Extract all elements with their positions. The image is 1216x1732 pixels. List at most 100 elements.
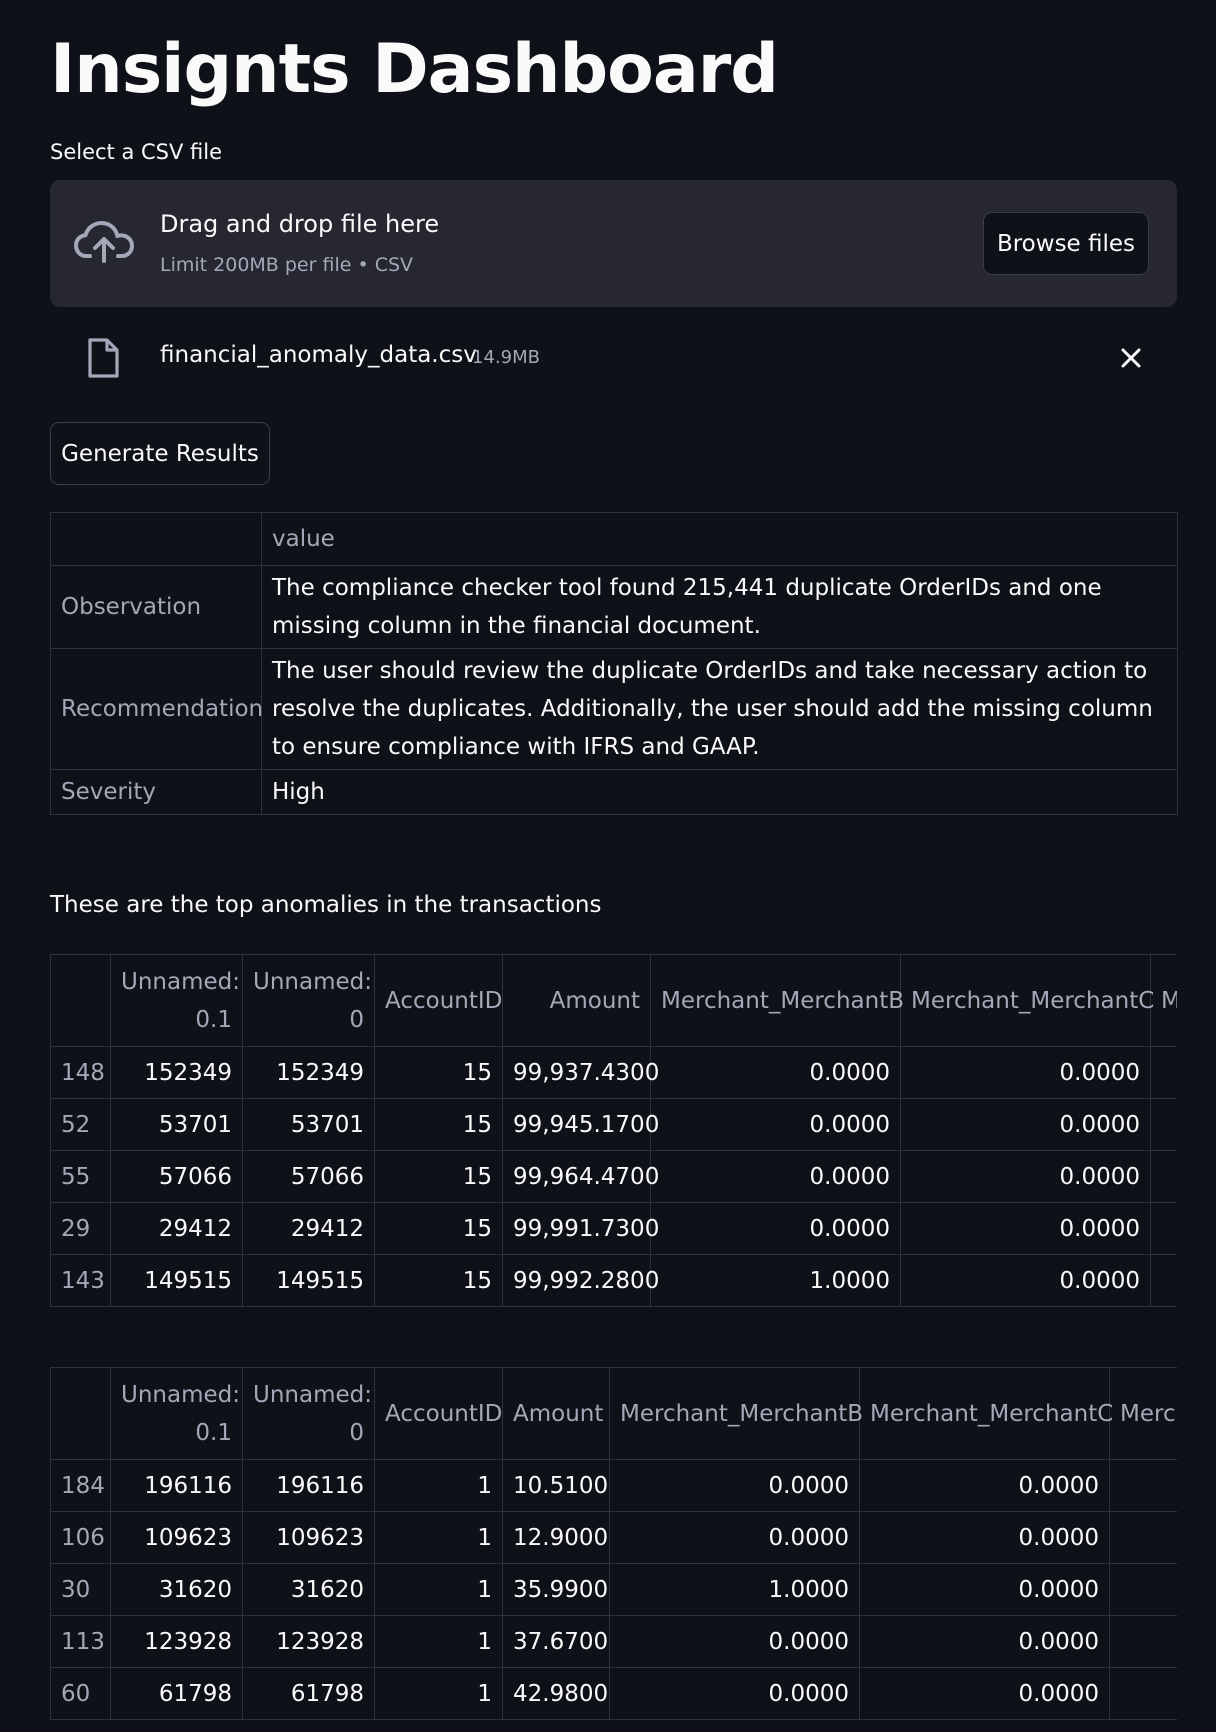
row-index: 143 — [50, 1254, 111, 1307]
column-header[interactable]: Amount — [502, 1367, 610, 1460]
generate-results-button[interactable]: Generate Results — [50, 422, 270, 485]
row-index: 113 — [50, 1615, 111, 1668]
results-row-severity: Severity High — [50, 769, 1178, 815]
table-cell: 0.0000 — [650, 1150, 901, 1203]
table-cell: 12.9000 — [502, 1511, 610, 1564]
table-cell: 15 — [374, 1098, 503, 1151]
column-header[interactable]: Merchant_MerchantC — [900, 954, 1154, 1047]
table-cell: 1.0000 — [609, 1563, 860, 1616]
dropzone-instruction: Drag and drop file here — [160, 210, 440, 238]
table-row: 29 29412 29412 15 99,991.7300 0.0000 0.0000 — [50, 1202, 1177, 1255]
table-cell: 0.0000 — [650, 1202, 901, 1255]
bottom-anomalies-table: Unnamed: 0.1 Unnamed: 0 AccountID Amount Mer… — [50, 1367, 1177, 1720]
header-row: Unnamed: 0.1 Unnamed: 0 AccountID Amount Mer… — [50, 954, 1177, 1047]
column-header[interactable]: Amount — [502, 954, 651, 1047]
table-cell: 31620 — [110, 1563, 243, 1616]
table-cell: 0.0000 — [650, 1046, 901, 1099]
table-cell — [1150, 1098, 1177, 1151]
column-header[interactable]: Merchant_MerchantD — [1109, 1367, 1177, 1460]
row-index: 55 — [50, 1150, 111, 1203]
table-cell: 152349 — [242, 1046, 375, 1099]
table-cell: 0.0000 — [859, 1459, 1110, 1512]
bottom-anomalies-dataframe[interactable]: Unnamed: 0.1 Unnamed: 0 AccountID Amount Mer… — [50, 1367, 1177, 1720]
table-cell: 0.0000 — [859, 1615, 1110, 1668]
table-row: 52 53701 53701 15 99,945.1700 0.0000 0.0000 — [50, 1098, 1177, 1151]
row-value: The user should review the duplicate Ord… — [261, 648, 1178, 770]
row-index: 106 — [50, 1511, 111, 1564]
results-row-observation: Observation The compliance checker tool … — [50, 565, 1178, 649]
top-anomalies-table: Unnamed: 0.1 Unnamed: 0 AccountID Amount Mer… — [50, 954, 1177, 1307]
cloud-upload-icon — [74, 221, 134, 263]
column-header[interactable]: Merchant_MerchantC — [859, 1367, 1113, 1460]
table-cell: 42.9800 — [502, 1667, 610, 1720]
table-cell: 35.9900 — [502, 1563, 610, 1616]
table-cell: 0.0000 — [859, 1563, 1110, 1616]
row-label: Recommendation — [50, 648, 263, 770]
table-cell — [1109, 1615, 1177, 1668]
table-cell: 1 — [374, 1459, 503, 1512]
row-label: Observation — [50, 565, 262, 649]
table-cell: 99,992.2800 — [502, 1254, 659, 1307]
table-cell — [1109, 1667, 1177, 1720]
table-cell: 15 — [374, 1150, 503, 1203]
column-header[interactable]: Unnamed: 0 — [242, 1367, 375, 1460]
table-cell: 0.0000 — [650, 1098, 901, 1151]
table-cell: 109623 — [110, 1511, 243, 1564]
table-cell — [1109, 1459, 1177, 1512]
row-label: Severity — [50, 769, 262, 815]
results-column-header: value — [261, 512, 1178, 566]
column-header[interactable]: Unnamed: 0 — [242, 954, 375, 1047]
index-header — [50, 1367, 111, 1460]
browse-files-button[interactable]: Browse files — [983, 212, 1149, 275]
table-cell: 53701 — [110, 1098, 243, 1151]
top-anomalies-dataframe[interactable]: Unnamed: 0.1 Unnamed: 0 AccountID Amount Mer… — [50, 954, 1177, 1307]
table-cell: 0.0000 — [900, 1150, 1151, 1203]
row-index: 29 — [50, 1202, 111, 1255]
table-row: 184 196116 196116 1 10.5100 0.0000 0.0000 — [50, 1459, 1177, 1512]
table-cell: 15 — [374, 1254, 503, 1307]
dropzone-limit: Limit 200MB per file • CSV — [160, 254, 414, 276]
table-cell: 61798 — [242, 1667, 375, 1720]
column-header[interactable]: Unnamed: 0.1 — [110, 1367, 243, 1460]
table-cell: 0.0000 — [609, 1667, 860, 1720]
column-header[interactable]: AccountID — [374, 954, 503, 1047]
column-header[interactable]: Merchant_MerchantB — [650, 954, 904, 1047]
table-cell: 0.0000 — [609, 1459, 860, 1512]
table-cell: 15 — [374, 1202, 503, 1255]
table-row: 55 57066 57066 15 99,964.4700 0.0000 0.0000 — [50, 1150, 1177, 1203]
table-cell: 0.0000 — [859, 1667, 1110, 1720]
table-cell: 0.0000 — [900, 1046, 1151, 1099]
anomalies-caption: These are the top anomalies in the trans… — [50, 892, 602, 918]
column-header[interactable]: Merchant_MerchantB — [609, 1367, 863, 1460]
table-cell — [1109, 1563, 1177, 1616]
file-dropzone[interactable]: Drag and drop file here Limit 200MB per … — [50, 180, 1177, 307]
table-cell: 123928 — [110, 1615, 243, 1668]
table-cell: 109623 — [242, 1511, 375, 1564]
table-cell: 61798 — [110, 1667, 243, 1720]
column-header[interactable]: Unnamed: 0.1 — [110, 954, 243, 1047]
table-cell — [1150, 1254, 1177, 1307]
row-index: 184 — [50, 1459, 111, 1512]
table-cell: 15 — [374, 1046, 503, 1099]
table-cell: 0.0000 — [900, 1202, 1151, 1255]
row-index: 30 — [50, 1563, 111, 1616]
table-row: 30 31620 31620 1 35.9900 1.0000 0.0000 — [50, 1563, 1177, 1616]
row-index: 52 — [50, 1098, 111, 1151]
index-header — [50, 954, 111, 1047]
column-header[interactable]: Merchant_MerchantD — [1150, 954, 1177, 1047]
table-cell: 57066 — [110, 1150, 243, 1203]
column-header[interactable]: AccountID — [374, 1367, 503, 1460]
table-cell — [1150, 1202, 1177, 1255]
table-cell — [1150, 1150, 1177, 1203]
table-cell: 152349 — [110, 1046, 243, 1099]
table-cell: 99,937.4300 — [502, 1046, 659, 1099]
file-icon — [88, 338, 119, 378]
row-index: 148 — [50, 1046, 111, 1099]
close-icon[interactable] — [1113, 340, 1149, 376]
table-cell: 10.5100 — [502, 1459, 610, 1512]
table-cell: 0.0000 — [900, 1254, 1151, 1307]
table-cell: 0.0000 — [609, 1615, 860, 1668]
table-cell — [1150, 1046, 1177, 1099]
table-cell: 196116 — [242, 1459, 375, 1512]
uploaded-file: financial_anomaly_data.csv 14.9MB — [50, 330, 1177, 386]
